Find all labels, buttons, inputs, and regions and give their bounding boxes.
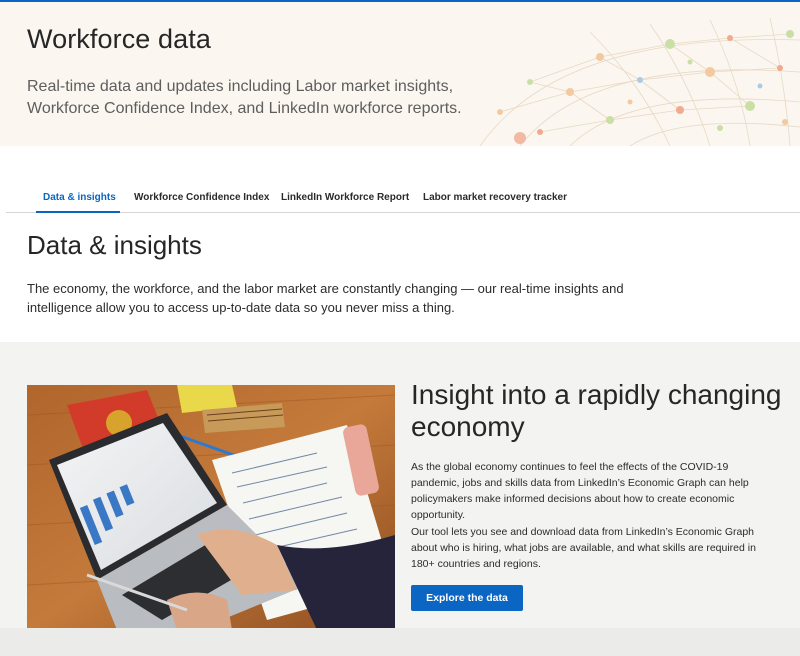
section-description: The economy, the workforce, and the labo… xyxy=(27,281,624,315)
feature-section: Insight into a rapidly changing economy … xyxy=(0,342,800,656)
globe-network-graphic xyxy=(479,17,800,146)
feature-paragraph-2: Our tool lets you see and download data … xyxy=(411,526,756,570)
tab-labor-market-recovery-tracker[interactable]: Labor market recovery tracker xyxy=(423,192,567,203)
tab-bar: Data & insights Workforce Confidence Ind… xyxy=(6,184,800,213)
tab-workforce-confidence-index[interactable]: Workforce Confidence Index xyxy=(134,192,269,203)
hero-description: Real-time data and updates including Lab… xyxy=(27,78,462,117)
bottom-band xyxy=(0,628,800,656)
explore-data-button[interactable]: Explore the data xyxy=(411,585,523,611)
section-title: Data & insights xyxy=(27,230,202,260)
feature-title: Insight into a rapidly changing economy xyxy=(411,379,782,442)
active-tab-indicator xyxy=(36,211,120,213)
page-title: Workforce data xyxy=(27,24,211,54)
hero-banner: Workforce data Real-time data and update… xyxy=(0,2,800,146)
tab-linkedin-workforce-report[interactable]: LinkedIn Workforce Report xyxy=(281,192,409,203)
laptop-desk-photo xyxy=(27,385,395,630)
tab-data-insights[interactable]: Data & insights xyxy=(43,192,116,203)
feature-paragraph-1: As the global economy continues to feel … xyxy=(411,461,749,521)
